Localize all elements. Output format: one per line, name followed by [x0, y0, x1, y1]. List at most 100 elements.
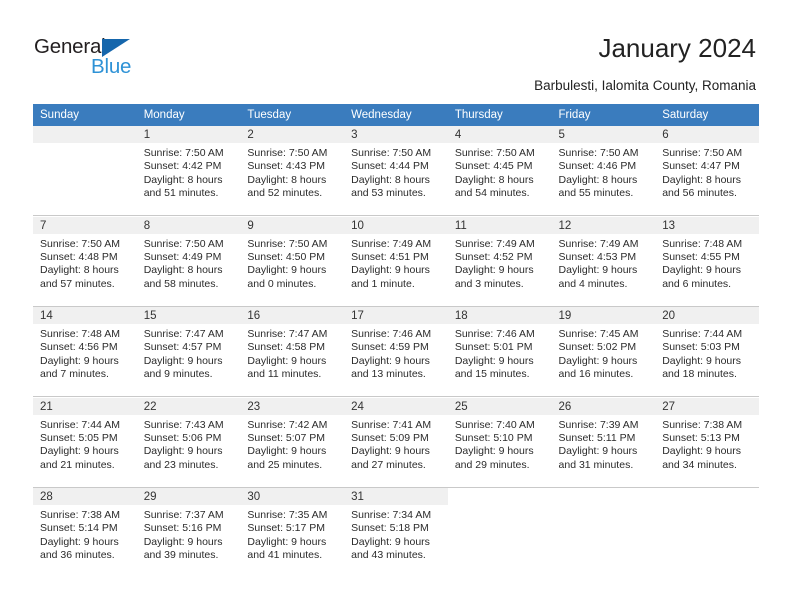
calendar-day-cell[interactable]: 10 Sunrise: 7:49 AM Sunset: 4:51 PM Dayligh… [344, 216, 448, 307]
day-sunrise-text: Sunrise: 7:38 AM [40, 509, 120, 521]
calendar-week-row: 7 Sunrise: 7:50 AM Sunset: 4:48 PM Daylight… [33, 216, 759, 307]
calendar-day-cell[interactable]: 19 Sunrise: 7:45 AM Sunset: 5:02 PM Dayligh… [551, 307, 656, 397]
day-sunset-text: Sunset: 4:53 PM [558, 250, 637, 263]
day-number: 7 [33, 216, 137, 234]
day-sunrise-text: Sunrise: 7:44 AM [662, 328, 743, 340]
day-number [447, 488, 552, 505]
calendar-day-cell[interactable]: 8 Sunrise: 7:50 AM Sunset: 4:49 PM Daylight… [136, 216, 241, 307]
calendar-day-cell[interactable]: 28 Sunrise: 7:38 AM Sunset: 5:14 PM Dayligh… [33, 488, 137, 577]
day-sun-info: Sunrise: 7:37 AM Sunset: 5:16 PM Daylight:… [137, 505, 241, 563]
day-daylight-line-text: Daylight: 9 hours [40, 354, 119, 367]
day-daylight-line-text: and 16 minutes. [558, 368, 634, 381]
calendar-day-cell[interactable]: 14 Sunrise: 7:48 AM Sunset: 4:56 PM Dayligh… [33, 307, 137, 397]
day-sunrise-text: Sunrise: 7:50 AM [143, 237, 224, 250]
calendar-body: 1 Sunrise: 7:50 AM Sunset: 4:42 PM Daylight… [33, 126, 759, 577]
day-sunrise-text: Sunrise: 7:43 AM [143, 418, 224, 431]
day-sunrise-text: Sunrise: 7:49 AM [351, 237, 432, 250]
calendar-day-cell[interactable]: 22 Sunrise: 7:43 AM Sunset: 5:06 PM Dayligh… [136, 397, 241, 488]
day-sun-info: Sunrise: 7:39 AM Sunset: 5:11 PM Daylight:… [552, 415, 656, 473]
day-sunset-text: Sunset: 5:07 PM [247, 431, 326, 444]
calendar-day-cell[interactable]: 25 Sunrise: 7:40 AM Sunset: 5:10 PM Dayligh… [447, 397, 552, 488]
day-number: 6 [655, 126, 759, 143]
day-number: 4 [447, 126, 552, 143]
day-daylight-line-text: and 34 minutes. [662, 458, 737, 471]
day-sunset-text: Sunset: 5:02 PM [558, 341, 637, 354]
day-number: 22 [136, 397, 241, 415]
calendar-day-cell[interactable]: 17 Sunrise: 7:46 AM Sunset: 4:59 PM Dayligh… [344, 307, 448, 397]
day-number: 11 [447, 216, 552, 234]
day-sunset-text: Sunset: 5:05 PM [40, 431, 118, 444]
calendar-day-cell[interactable]: 15 Sunrise: 7:47 AM Sunset: 4:57 PM Dayligh… [136, 307, 241, 397]
day-daylight-line-text: Daylight: 9 hours [247, 445, 327, 458]
calendar-day-cell[interactable]: 2 Sunrise: 7:50 AM Sunset: 4:43 PM Daylight… [240, 126, 345, 216]
day-sun-info: Sunrise: 7:40 AM Sunset: 5:10 PM Daylight:… [448, 415, 552, 473]
day-number: 13 [655, 216, 759, 234]
day-sun-info: Sunrise: 7:44 AM Sunset: 5:05 PM Daylight:… [33, 415, 137, 473]
calendar-day-cell[interactable]: 31 Sunrise: 7:34 AM Sunset: 5:18 PM Dayligh… [344, 488, 448, 577]
calendar-day-cell[interactable]: 30 Sunrise: 7:35 AM Sunset: 5:17 PM Dayligh… [240, 488, 345, 577]
day-sunset-text: Sunset: 4:42 PM [143, 160, 222, 173]
day-sunrise-text: Sunrise: 7:49 AM [454, 237, 535, 250]
page-header: General Blue January 2024 Barbulesti, Ia… [0, 0, 792, 100]
day-sunset-text: Sunset: 5:17 PM [247, 522, 326, 535]
calendar-week-row: 14 Sunrise: 7:48 AM Sunset: 4:56 PM Dayligh… [33, 307, 759, 397]
calendar-day-cell[interactable]: 16 Sunrise: 7:47 AM Sunset: 4:58 PM Dayligh… [240, 307, 345, 397]
day-sunrise-text: Sunrise: 7:41 AM [351, 418, 432, 431]
calendar-day-cell[interactable]: 29 Sunrise: 7:37 AM Sunset: 5:16 PM Dayligh… [136, 488, 241, 577]
calendar-day-cell[interactable]: 20 Sunrise: 7:44 AM Sunset: 5:03 PM Dayligh… [655, 307, 759, 397]
day-daylight-line-text: Daylight: 8 hours [558, 173, 638, 186]
day-number: 8 [136, 216, 241, 234]
calendar-day-cell[interactable]: 7 Sunrise: 7:50 AM Sunset: 4:48 PM Daylight… [33, 216, 137, 307]
day-sunset-text: Sunset: 4:57 PM [143, 341, 222, 354]
day-sunrise-text: Sunrise: 7:50 AM [351, 147, 432, 159]
day-daylight-line-text: Daylight: 9 hours [662, 264, 742, 277]
calendar-day-cell[interactable]: 6 Sunrise: 7:50 AM Sunset: 4:47 PM Daylight… [655, 126, 759, 216]
day-sun-info: Sunrise: 7:49 AM Sunset: 4:51 PM Daylight:… [344, 234, 448, 292]
calendar-day-cell[interactable]: 12 Sunrise: 7:49 AM Sunset: 4:53 PM Dayligh… [551, 216, 656, 307]
calendar-day-cell[interactable]: 23 Sunrise: 7:42 AM Sunset: 5:07 PM Dayligh… [240, 397, 345, 488]
calendar-day-cell[interactable]: 24 Sunrise: 7:41 AM Sunset: 5:09 PM Dayligh… [344, 397, 448, 488]
day-number: 29 [136, 488, 241, 505]
day-number: 19 [551, 307, 656, 324]
calendar-day-cell[interactable]: 27 Sunrise: 7:38 AM Sunset: 5:13 PM Dayligh… [655, 397, 759, 488]
day-number: 2 [240, 126, 345, 143]
day-sun-info: Sunrise: 7:50 AM Sunset: 4:43 PM Daylight:… [240, 143, 344, 201]
day-daylight-line-text: and 36 minutes. [40, 549, 115, 562]
day-sun-info: Sunrise: 7:50 AM Sunset: 4:49 PM Daylight:… [137, 234, 241, 292]
day-daylight-line-text: Daylight: 9 hours [454, 354, 534, 367]
day-sun-info: Sunrise: 7:50 AM Sunset: 4:50 PM Daylight:… [240, 234, 344, 292]
calendar-day-cell[interactable]: 9 Sunrise: 7:50 AM Sunset: 4:50 PM Daylight… [240, 216, 345, 307]
calendar-day-cell[interactable]: 18 Sunrise: 7:46 AM Sunset: 5:01 PM Dayligh… [447, 307, 552, 397]
calendar-day-cell[interactable]: 21 Sunrise: 7:44 AM Sunset: 5:05 PM Dayligh… [33, 397, 137, 488]
day-sunrise-text: Sunrise: 7:50 AM [558, 147, 639, 159]
day-sun-info: Sunrise: 7:38 AM Sunset: 5:13 PM Daylight:… [655, 415, 759, 473]
day-daylight-line-text: Daylight: 8 hours [454, 173, 534, 186]
day-daylight-line-text: Daylight: 9 hours [40, 445, 119, 458]
general-blue-logo[interactable]: General Blue [34, 36, 184, 84]
day-daylight-line-text: Daylight: 9 hours [351, 535, 430, 548]
calendar-day-cell[interactable]: 1 Sunrise: 7:50 AM Sunset: 4:42 PM Daylight… [136, 126, 241, 216]
day-number: 16 [240, 307, 345, 324]
day-daylight-line-text: Daylight: 9 hours [454, 264, 534, 277]
day-daylight-line-text: Daylight: 9 hours [247, 264, 327, 277]
page-subtitle: Barbulesti, Ialomita County, Romania [534, 78, 756, 93]
day-number: 12 [551, 216, 656, 234]
day-sun-info: Sunrise: 7:43 AM Sunset: 5:06 PM Daylight:… [137, 415, 241, 473]
calendar-day-cell[interactable]: 3 Sunrise: 7:50 AM Sunset: 4:44 PM Daylight… [344, 126, 448, 216]
calendar-day-cell[interactable]: 26 Sunrise: 7:39 AM Sunset: 5:11 PM Dayligh… [551, 397, 656, 488]
day-sun-info: Sunrise: 7:46 AM Sunset: 4:59 PM Daylight:… [344, 324, 448, 382]
day-number: 30 [240, 488, 345, 505]
calendar-day-cell[interactable]: 4 Sunrise: 7:50 AM Sunset: 4:45 PM Daylight… [447, 126, 552, 216]
day-daylight-line-text: Daylight: 9 hours [40, 535, 119, 548]
calendar-day-cell[interactable]: 11 Sunrise: 7:49 AM Sunset: 4:52 PM Dayligh… [447, 216, 552, 307]
day-daylight-line-text: and 57 minutes. [40, 277, 115, 290]
day-number: 9 [240, 216, 345, 234]
day-sunrise-text: Sunrise: 7:46 AM [351, 328, 432, 340]
day-sun-info: Sunrise: 7:48 AM Sunset: 4:56 PM Daylight:… [33, 324, 137, 382]
calendar-day-cell[interactable]: 13 Sunrise: 7:48 AM Sunset: 4:55 PM Dayligh… [655, 216, 759, 307]
day-daylight-line-text: and 0 minutes. [247, 277, 317, 290]
day-daylight-line-text: Daylight: 8 hours [143, 264, 223, 277]
calendar-day-cell[interactable]: 5 Sunrise: 7:50 AM Sunset: 4:46 PM Daylight… [551, 126, 656, 216]
day-number: 28 [33, 488, 137, 505]
day-daylight-line-text: Daylight: 8 hours [40, 264, 119, 277]
